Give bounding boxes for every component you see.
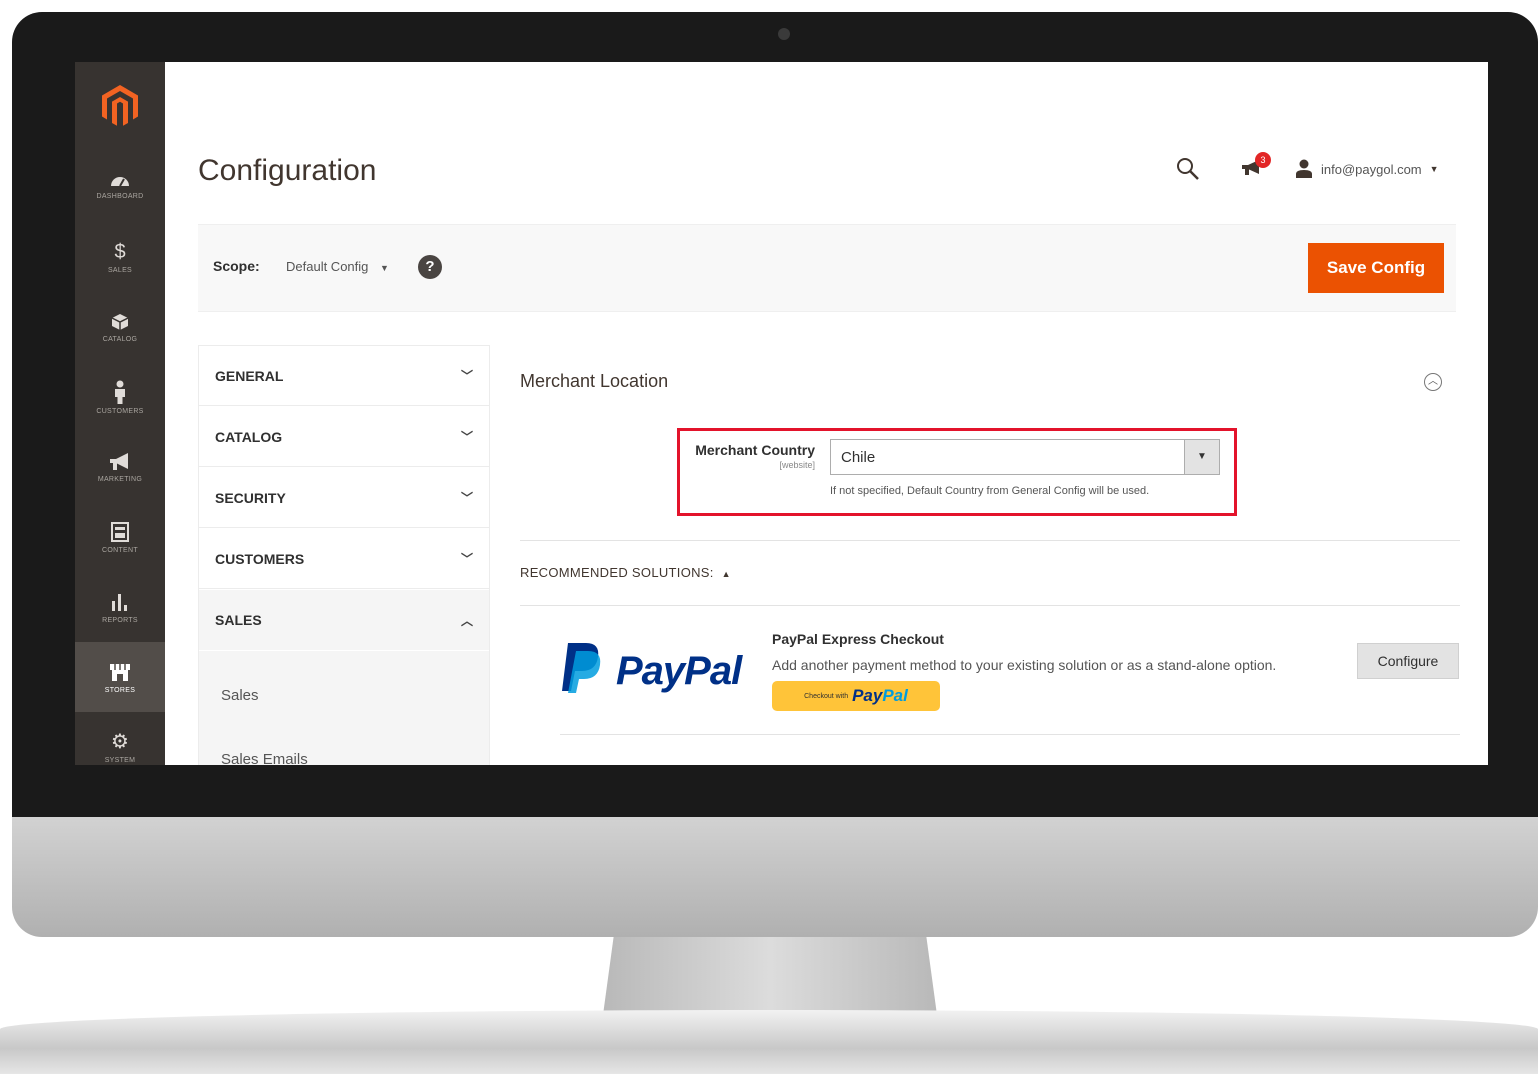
config-tab-security[interactable]: SECURITY ﹀ — [199, 468, 489, 528]
help-icon[interactable]: ? — [418, 255, 442, 279]
scope-bar: Scope: Default Config ▼ ? Save Config — [198, 224, 1456, 312]
sidebar-item-label: CONTENT — [102, 546, 138, 554]
admin-sidebar: DASHBOARD $ SALES CATALOG CUSTOMERS MARK… — [75, 62, 165, 765]
field-note: If not specified, Default Country from G… — [830, 485, 1150, 497]
divider — [560, 734, 1460, 735]
badge-pay: Pay — [852, 686, 883, 705]
sidebar-item-label: DASHBOARD — [96, 192, 144, 200]
subitem-sales[interactable]: Sales — [221, 687, 259, 704]
sidebar-item-sales[interactable]: $ SALES — [75, 222, 165, 292]
screen: DASHBOARD $ SALES CATALOG CUSTOMERS MARK… — [75, 62, 1488, 765]
notification-badge: 3 — [1255, 152, 1271, 168]
bar-chart-icon — [112, 593, 127, 611]
store-icon — [110, 663, 130, 681]
header-actions: 3 info@paygol.com ▼ — [1175, 152, 1439, 184]
monitor-stand-base — [0, 1010, 1538, 1074]
recommended-solutions-toggle[interactable]: RECOMMENDED SOLUTIONS: ▲ — [520, 565, 731, 580]
account-menu[interactable]: info@paygol.com ▼ — [1295, 159, 1439, 179]
config-tab-catalog[interactable]: CATALOG ﹀ — [199, 407, 489, 467]
sidebar-item-label: SALES — [107, 266, 133, 274]
dashboard-icon — [111, 176, 129, 186]
monitor-chin — [12, 817, 1538, 937]
paypal-checkout-badge: Checkout with Pay Pal — [772, 681, 940, 711]
solution-title: PayPal Express Checkout — [772, 631, 944, 647]
paypal-logo: PayPal — [560, 641, 760, 701]
config-tab-label: GENERAL — [215, 367, 284, 384]
notifications-button[interactable]: 3 — [1241, 152, 1271, 180]
search-icon[interactable] — [1175, 156, 1201, 182]
badge-text: Checkout with — [804, 692, 849, 700]
sidebar-item-customers[interactable]: CUSTOMERS — [75, 362, 165, 432]
sidebar-item-label: CATALOG — [102, 335, 138, 343]
merchant-country-select[interactable]: Chile ▼ — [830, 439, 1220, 475]
collapse-icon[interactable]: ︿ — [1424, 373, 1442, 391]
paypal-p-icon — [562, 643, 601, 693]
sidebar-item-label: MARKETING — [97, 475, 143, 483]
config-tab-customers[interactable]: CUSTOMERS ﹀ — [199, 529, 489, 589]
divider — [520, 540, 1460, 541]
config-tab-general[interactable]: GENERAL ﹀ — [199, 346, 489, 406]
cube-icon — [111, 313, 129, 330]
recommended-label: RECOMMENDED SOLUTIONS: — [520, 565, 714, 580]
sidebar-item-label: CUSTOMERS — [96, 407, 144, 415]
user-name: info@paygol.com — [1321, 161, 1422, 177]
scope-value: Default Config — [286, 259, 369, 274]
sidebar-item-content[interactable]: CONTENT — [75, 502, 165, 572]
gear-icon: ⚙ — [111, 730, 129, 753]
divider — [520, 605, 1460, 606]
scope-switcher[interactable]: Default Config ▼ — [286, 259, 389, 274]
sidebar-item-marketing[interactable]: MARKETING — [75, 432, 165, 502]
select-value: Chile — [841, 449, 876, 466]
sidebar-item-label: REPORTS — [102, 616, 138, 624]
chevron-down-icon: ﹀ — [460, 430, 473, 444]
sidebar-item-label: SYSTEM — [104, 756, 136, 764]
config-tab-label: SECURITY — [215, 489, 286, 506]
chevron-down-icon[interactable]: ▼ — [1184, 440, 1219, 474]
config-tab-label: CATALOG — [215, 428, 283, 445]
magento-logo-icon[interactable] — [97, 82, 143, 128]
layout-icon — [111, 521, 129, 542]
megaphone-icon — [110, 452, 128, 470]
chevron-down-icon: ▼ — [380, 263, 389, 273]
config-tab-label: SALES — [215, 612, 262, 628]
config-tab-label: CUSTOMERS — [215, 550, 305, 567]
sidebar-item-catalog[interactable]: CATALOG — [75, 292, 165, 362]
page-content: Configuration 3 info@paygol.com ▼ Scope:… — [165, 62, 1488, 765]
sidebar-item-system[interactable]: ⚙ SYSTEM — [75, 712, 165, 765]
sidebar-item-reports[interactable]: REPORTS — [75, 572, 165, 642]
config-tab-sales[interactable]: SALES ︿ — [199, 590, 489, 650]
user-icon — [1296, 159, 1312, 178]
chevron-down-icon: ﹀ — [460, 491, 473, 505]
subitem-sales-emails[interactable]: Sales Emails — [221, 751, 308, 765]
section-title[interactable]: Merchant Location — [520, 371, 668, 392]
field-scope: [website] — [779, 460, 815, 470]
chevron-down-icon: ▼ — [1429, 164, 1439, 174]
field-label: Merchant Country — [695, 442, 815, 458]
camera — [778, 28, 790, 40]
config-section: Merchant Location ︿ Merchant Country [we… — [520, 345, 1460, 765]
sidebar-item-stores[interactable]: STORES — [75, 642, 165, 712]
scope-label: Scope: — [213, 258, 260, 274]
chevron-up-icon: ︿ — [460, 613, 473, 628]
chevron-down-icon: ﹀ — [460, 369, 473, 383]
chevron-down-icon: ﹀ — [460, 552, 473, 566]
caret-up-icon: ▲ — [721, 569, 731, 579]
solution-description: Add another payment method to your exist… — [772, 657, 1277, 673]
save-config-button[interactable]: Save Config — [1308, 243, 1444, 293]
sidebar-item-label: STORES — [104, 686, 136, 694]
configure-button[interactable]: Configure — [1357, 643, 1459, 679]
config-tabs: GENERAL ﹀ CATALOG ﹀ SECURITY ﹀ CUSTOMERS… — [198, 345, 490, 765]
sidebar-item-dashboard[interactable]: DASHBOARD — [75, 150, 165, 220]
page-title: Configuration — [198, 154, 377, 187]
dollar-icon: $ — [114, 240, 126, 263]
sales-subitems: Sales Sales Emails — [199, 651, 489, 765]
badge-pal: Pal — [882, 686, 908, 705]
paypal-wordmark: PayPal — [616, 649, 742, 693]
person-icon — [115, 380, 125, 404]
